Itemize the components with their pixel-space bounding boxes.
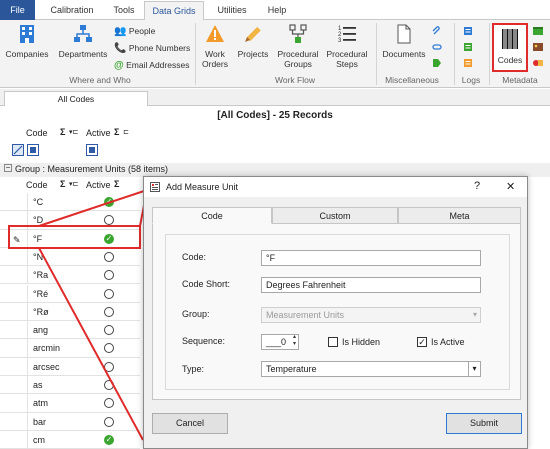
callout-line-bottom [38,247,144,441]
sequence-label: Sequence: [182,336,226,346]
help-button[interactable]: ? [474,180,480,192]
is-hidden-checkbox[interactable] [328,337,338,347]
spin-arrows-icon[interactable]: ▴ ▾ [293,334,296,348]
is-hidden-label: Is Hidden [342,337,381,347]
type-label: Type: [182,364,205,374]
code-label: Code: [182,252,207,262]
cancel-button[interactable]: Cancel [152,413,228,434]
is-active-checkbox[interactable]: ✓ [417,337,427,347]
is-active-label: Is Active [431,337,465,347]
dialog-title-bar: Add Measure Unit ? ✕ [144,177,527,197]
code-short-label: Code Short: [182,279,231,289]
code-input[interactable] [261,250,481,266]
group-select: Measurement Units ▾ [261,307,481,323]
chevron-down-icon[interactable]: ▾ [468,362,480,376]
type-select-value: Temperature [266,364,317,374]
sequence-stepper[interactable]: ___0 ▴ ▾ [261,334,299,350]
callout-line-diagonal [38,189,148,227]
selected-row-highlight [8,225,141,249]
add-measure-unit-dialog: Add Measure Unit ? ✕ Code Custom Meta Co… [143,176,528,449]
group-label: Group: [182,309,210,319]
chevron-down-icon: ▾ [472,310,477,319]
dialog-title: Add Measure Unit [166,182,239,192]
tab-meta[interactable]: Meta [398,207,521,224]
tab-code[interactable]: Code [152,207,272,224]
close-button[interactable]: ✕ [506,180,515,193]
tab-custom[interactable]: Custom [272,207,398,224]
sequence-value: ___0 [266,337,287,347]
type-select[interactable]: Temperature ▾ [261,361,481,377]
app-icon [150,182,160,192]
submit-button[interactable]: Submit [446,413,522,434]
code-short-input[interactable] [261,277,481,293]
group-select-value: Measurement Units [266,310,345,320]
